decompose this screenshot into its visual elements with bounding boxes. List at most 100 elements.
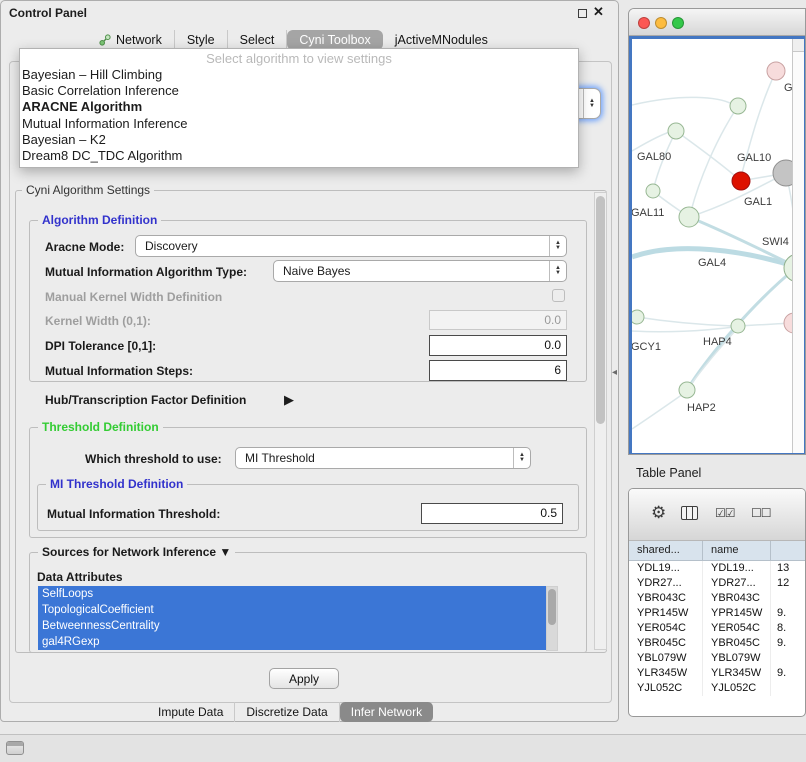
sources-group-title[interactable]: Sources for Network Inference ▼ — [38, 545, 235, 559]
splitter-collapse-icon[interactable]: ◂ — [612, 367, 617, 378]
dropdown-item-selected[interactable]: ARACNE Algorithm — [20, 99, 578, 115]
dropdown-item[interactable]: Bayesian – K2 — [20, 132, 578, 148]
gene-node[interactable] — [632, 310, 644, 324]
which-threshold-combobox[interactable]: MI Threshold ▲▼ — [235, 447, 531, 469]
table-row[interactable]: YBR043CYBR043C — [629, 591, 805, 606]
panel-toggle-icon[interactable] — [6, 741, 24, 755]
tab-jactivemodules[interactable]: jActiveMNodules — [383, 30, 500, 50]
minimize-traffic-light-icon[interactable] — [655, 17, 667, 29]
dropdown-item[interactable]: Bayesian – Hill Climbing — [20, 67, 578, 83]
manual-kernel-checkbox[interactable] — [552, 289, 565, 302]
float-window-icon[interactable] — [578, 9, 587, 18]
dropdown-item[interactable]: Mutual Information Inference — [20, 116, 578, 132]
tab-network[interactable]: Network — [87, 30, 175, 50]
control-panel-title: Control Panel — [9, 6, 87, 20]
attribute-list-scrollbar-thumb[interactable] — [548, 589, 556, 625]
tab-style[interactable]: Style — [175, 30, 228, 50]
table-panel-window: ⚙ ☑☑ ☐☐ shared... name YDL19...YDL19...1… — [628, 488, 806, 717]
column-header-3[interactable] — [771, 541, 805, 560]
node-label: HAP4 — [703, 336, 732, 348]
cell — [771, 651, 805, 666]
mi-type-label: Mutual Information Algorithm Type: — [45, 265, 247, 279]
network-canvas[interactable]: GAL80 GAL10 GAL11 GAL1 SWI4 GAL4 GCY1 HA… — [629, 36, 806, 455]
tab-cyni-toolbox[interactable]: Cyni Toolbox — [287, 30, 382, 50]
gene-node[interactable] — [668, 123, 684, 139]
dropdown-item[interactable]: Basic Correlation Inference — [20, 83, 578, 99]
network-graph[interactable]: GAL80 GAL10 GAL11 GAL1 SWI4 GAL4 GCY1 HA… — [632, 39, 804, 453]
table-row[interactable]: YBL079WYBL079W — [629, 651, 805, 666]
cell: YER054C — [629, 621, 703, 636]
gene-node[interactable] — [679, 382, 695, 398]
close-traffic-light-icon[interactable] — [638, 17, 650, 29]
cell: YPR145W — [629, 606, 703, 621]
table-row[interactable]: YDL19...YDL19...13 — [629, 561, 805, 576]
algorithm-definition-title: Algorithm Definition — [38, 213, 161, 227]
attribute-list-scrollbar[interactable] — [546, 586, 558, 651]
tab-infer-network[interactable]: Infer Network — [340, 702, 433, 722]
cell: 13 — [771, 561, 805, 576]
combo-arrows-icon: ▲▼ — [549, 261, 566, 281]
table-row[interactable]: YJL052CYJL052C — [629, 681, 805, 696]
cell: 9. — [771, 636, 805, 651]
close-icon[interactable]: ✕ — [593, 6, 604, 18]
gene-node[interactable] — [731, 319, 745, 333]
list-item[interactable]: TopologicalCoefficient — [38, 602, 546, 618]
cell: 9. — [771, 666, 805, 681]
table-panel-title: Table Panel — [636, 466, 701, 480]
cell: YBL079W — [629, 651, 703, 666]
mi-threshold-field[interactable]: 0.5 — [421, 503, 563, 524]
combo-arrows-icon: ▲▼ — [583, 89, 600, 118]
table-row[interactable]: YLR345WYLR345W9. — [629, 666, 805, 681]
list-item[interactable]: BetweennessCentrality — [38, 618, 546, 634]
bottom-dock-strip — [0, 734, 806, 762]
algorithm-dropdown-popup: Select algorithm to view settings Bayesi… — [19, 48, 579, 168]
data-attributes-label: Data Attributes — [37, 570, 123, 584]
gene-node[interactable] — [646, 184, 660, 198]
attribute-list[interactable]: SelfLoops TopologicalCoefficient Between… — [38, 586, 546, 651]
column-browser-icon[interactable] — [681, 506, 698, 520]
combo-arrows-icon: ▲▼ — [513, 448, 530, 468]
list-item[interactable]: SelfLoops — [38, 586, 546, 602]
table-row[interactable]: YPR145WYPR145W9. — [629, 606, 805, 621]
select-all-icon[interactable]: ☑☑ — [715, 506, 735, 520]
column-header-shared-name[interactable]: shared... — [629, 541, 703, 560]
network-vertical-scrollbar[interactable] — [792, 39, 804, 453]
cell — [771, 681, 805, 696]
settings-scrollbar-thumb[interactable] — [596, 196, 605, 424]
desktop: Control Panel ✕ Network Style Select Cyn… — [0, 0, 806, 762]
gene-node[interactable] — [767, 62, 785, 80]
kernel-width-label: Kernel Width (0,1): — [45, 314, 151, 328]
table-row[interactable]: YBR045CYBR045C9. — [629, 636, 805, 651]
mi-steps-field[interactable]: 6 — [429, 360, 567, 381]
list-item[interactable]: gal4RGexp — [38, 634, 546, 650]
deselect-all-icon[interactable]: ☐☐ — [751, 506, 771, 520]
table-row[interactable]: YDR27...YDR27...12 — [629, 576, 805, 591]
tab-discretize-data[interactable]: Discretize Data — [235, 702, 339, 722]
settings-scrollbar[interactable] — [594, 192, 607, 650]
mi-type-combobox[interactable]: Naive Bayes ▲▼ — [273, 260, 567, 282]
gene-node[interactable] — [730, 98, 746, 114]
dropdown-item[interactable]: Dream8 DC_TDC Algorithm — [20, 148, 578, 164]
node-label: GAL4 — [698, 257, 726, 269]
kernel-width-field[interactable]: 0.0 — [429, 310, 567, 330]
network-window-titlebar[interactable] — [629, 9, 805, 36]
gear-icon[interactable]: ⚙ — [651, 503, 666, 523]
aracne-mode-combobox[interactable]: Discovery ▲▼ — [135, 235, 567, 257]
table-toolbar: ⚙ ☑☑ ☐☐ — [629, 489, 805, 541]
combo-arrows-icon: ▲▼ — [549, 236, 566, 256]
apply-button[interactable]: Apply — [269, 668, 339, 689]
column-header-name[interactable]: name — [703, 541, 771, 560]
aracne-mode-label: Aracne Mode: — [45, 240, 124, 254]
dpi-tolerance-field[interactable]: 0.0 — [429, 335, 567, 356]
tab-impute-data[interactable]: Impute Data — [147, 702, 235, 722]
gene-node-selected[interactable] — [732, 172, 750, 190]
hub-section-label[interactable]: Hub/Transcription Factor Definition — [45, 393, 246, 407]
gene-node[interactable] — [679, 207, 699, 227]
tab-select[interactable]: Select — [228, 30, 288, 50]
scroll-up-button[interactable] — [793, 39, 804, 52]
zoom-traffic-light-icon[interactable] — [672, 17, 684, 29]
node-label: GAL1 — [744, 196, 772, 208]
which-threshold-value: MI Threshold — [236, 448, 513, 468]
collapse-triangle-icon[interactable]: ▶ — [284, 392, 294, 408]
table-row[interactable]: YER054CYER054C8. — [629, 621, 805, 636]
